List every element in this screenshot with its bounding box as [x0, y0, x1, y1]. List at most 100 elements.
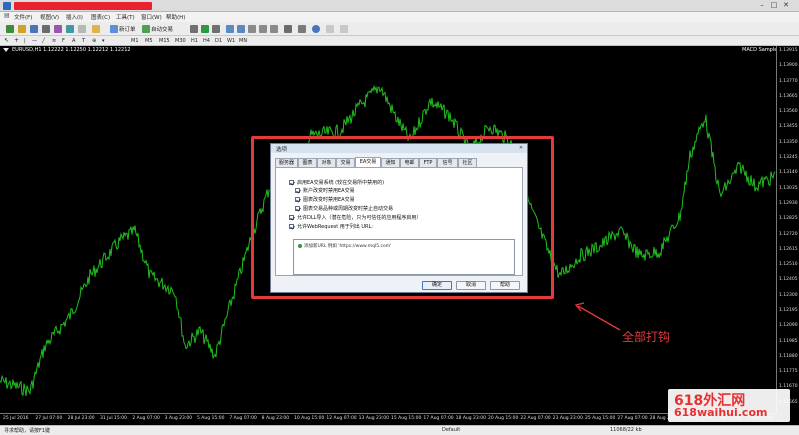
zoom-out-icon[interactable]: [237, 25, 245, 33]
auto-trade-icon[interactable]: [142, 25, 150, 33]
market-watch-icon[interactable]: [30, 25, 38, 33]
dialog-title: 选项: [276, 147, 288, 153]
more-drawing-icon[interactable]: ▾: [102, 37, 105, 45]
checkbox-checked-icon[interactable]: [295, 188, 300, 193]
price-tick-label: 1.13915: [779, 48, 798, 53]
tab-notifications[interactable]: 通知: [381, 158, 400, 167]
strategy-tester-icon[interactable]: [78, 25, 86, 33]
fibonacci-icon[interactable]: F: [62, 37, 65, 45]
tab-server[interactable]: 服务器: [275, 158, 298, 167]
tf-m1[interactable]: M1: [131, 37, 139, 45]
price-tick-label: 1.13245: [779, 155, 798, 161]
chart-menu-icon[interactable]: [3, 48, 9, 52]
close-button[interactable]: ✕: [781, 1, 791, 10]
price-tick-label: 1.13455: [779, 124, 798, 130]
trendline-icon[interactable]: ╱: [42, 37, 45, 45]
tile-windows-icon[interactable]: [248, 25, 256, 33]
menu-window[interactable]: 窗口(W): [141, 13, 162, 21]
label-icon[interactable]: T: [82, 37, 85, 45]
tab-community[interactable]: 社区: [458, 158, 477, 167]
chart-shift-icon[interactable]: [259, 25, 267, 33]
tf-m15[interactable]: M15: [159, 37, 170, 45]
price-tick-label: 1.13350: [779, 139, 798, 145]
crosshair-icon[interactable]: +: [14, 37, 19, 45]
bar-chart-icon[interactable]: [190, 25, 198, 33]
mdi-icon[interactable]: ▤: [4, 12, 10, 19]
new-order-button[interactable]: 新订单: [119, 25, 136, 33]
menu-help[interactable]: 帮助(H): [166, 13, 185, 21]
indicators-icon[interactable]: [284, 25, 292, 33]
price-tick-label: 1.13560: [779, 109, 798, 115]
tf-mn[interactable]: MN: [239, 37, 247, 45]
more-tools-icon[interactable]: [326, 25, 334, 33]
menu-chart[interactable]: 图表(C): [91, 13, 110, 21]
checkbox-checked-icon[interactable]: [289, 180, 294, 185]
text-icon[interactable]: A: [72, 37, 75, 45]
price-tick-label: 1.12615: [779, 246, 798, 252]
tf-h1[interactable]: H1: [191, 37, 198, 45]
menu-insert[interactable]: 插入(I): [66, 13, 83, 21]
checkbox-checked-icon[interactable]: [295, 206, 300, 211]
candle-chart-icon[interactable]: [201, 25, 209, 33]
tf-m5[interactable]: M5: [145, 37, 153, 45]
new-order-icon[interactable]: [110, 25, 118, 33]
metaeditor-icon[interactable]: [92, 25, 100, 33]
time-tick-label: 31 Jul 15:00: [100, 416, 127, 421]
tab-objects[interactable]: 对象: [317, 158, 336, 167]
navigator-icon[interactable]: [54, 25, 62, 33]
data-window-icon[interactable]: [42, 25, 50, 33]
watermark-line2: 618waihui.com: [674, 406, 768, 419]
templates-icon[interactable]: [312, 25, 320, 33]
time-axis[interactable]: 25 Jul 2016 27 Jul 07:00 28 Jul 23:00 31 Ju…: [0, 413, 776, 425]
add-icon: [298, 243, 302, 248]
checkbox-checked-icon[interactable]: [289, 224, 294, 229]
time-tick-label: 5 Aug 15:00: [197, 416, 225, 421]
zoom-in-icon[interactable]: [226, 25, 234, 33]
tab-trade[interactable]: 交易: [336, 158, 355, 167]
horizontal-line-icon[interactable]: —: [32, 37, 37, 45]
terminal-icon[interactable]: [66, 25, 74, 33]
menu-file[interactable]: 文件(F): [14, 13, 32, 21]
help-button[interactable]: 帮助: [490, 281, 520, 290]
dialog-close-icon[interactable]: ✕: [517, 145, 525, 151]
price-tick-label: 1.13665: [779, 93, 798, 99]
price-axis[interactable]: 1.13915 1.13900 1.13770 1.13665 1.13560 1.134…: [776, 46, 799, 413]
menu-view[interactable]: 视图(V): [40, 13, 59, 21]
cancel-button[interactable]: 取消: [456, 281, 486, 290]
add-url-item[interactable]: 添加新URL 例如 'https://www.mql5.com': [298, 243, 391, 249]
vertical-line-icon[interactable]: |: [24, 37, 26, 45]
new-chart-icon[interactable]: [6, 25, 14, 33]
tf-w1[interactable]: W1: [227, 37, 235, 45]
periods-icon[interactable]: [298, 25, 306, 33]
cursor-icon[interactable]: ↖: [4, 37, 9, 45]
more-arrow-icon[interactable]: [340, 25, 348, 33]
profiles-icon[interactable]: [18, 25, 26, 33]
checkbox-checked-icon[interactable]: [289, 215, 294, 220]
menu-tools[interactable]: 工具(T): [116, 13, 135, 21]
webrequest-url-list[interactable]: 添加新URL 例如 'https://www.mql5.com': [293, 239, 515, 275]
time-tick-label: 20 Aug 15:00: [488, 416, 519, 421]
line-chart-icon[interactable]: [212, 25, 220, 33]
checkbox-checked-icon[interactable]: [295, 197, 300, 202]
tab-charts[interactable]: 图表: [298, 158, 317, 167]
tf-m30[interactable]: M30: [175, 37, 186, 45]
shapes-icon[interactable]: ⊕: [92, 37, 96, 45]
price-tick-label: 1.12510: [779, 262, 798, 268]
channel-icon[interactable]: ≡: [52, 37, 56, 45]
autoscroll-icon[interactable]: [270, 25, 278, 33]
price-tick-label: 1.13900: [779, 63, 798, 69]
tab-expert-advisors[interactable]: EA交易: [355, 157, 381, 167]
time-tick-label: 27 Aug 07:00: [617, 416, 648, 421]
tab-ftp[interactable]: FTP: [419, 158, 437, 167]
minimize-button[interactable]: –: [757, 1, 767, 10]
tf-d1[interactable]: D1: [215, 37, 222, 45]
status-bar: 寻求帮助，请按F1键 Default 11068/22 kb: [0, 425, 799, 435]
tab-signals[interactable]: 信号: [437, 158, 458, 167]
ok-button[interactable]: 确定: [422, 281, 452, 290]
price-tick-label: 1.12825: [779, 216, 798, 222]
tab-email[interactable]: 电邮: [400, 158, 419, 167]
price-tick-label: 1.12720: [779, 231, 798, 237]
tf-h4[interactable]: H4: [203, 37, 210, 45]
maximize-button[interactable]: □: [769, 1, 779, 10]
auto-trade-button[interactable]: 自动交易: [151, 25, 173, 33]
